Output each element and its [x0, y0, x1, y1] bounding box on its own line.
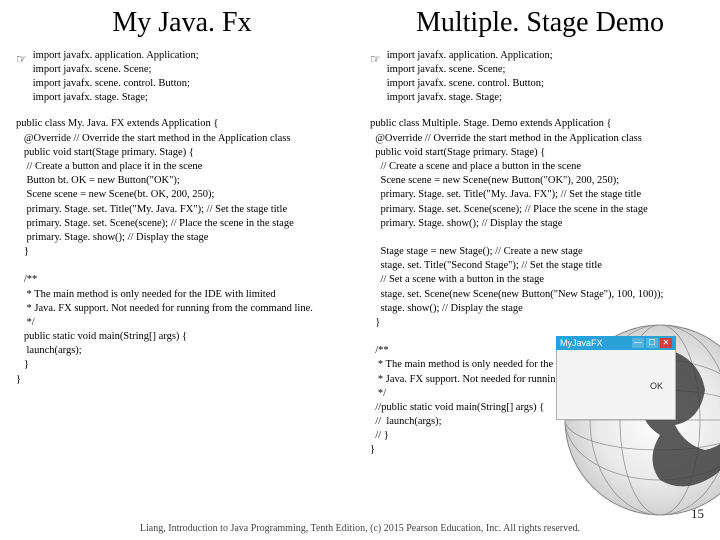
- right-column: Multiple. Stage Demo ☞ import javafx. ap…: [360, 0, 720, 540]
- bullet-icon: ☞: [370, 51, 381, 68]
- close-icon: ✕: [660, 338, 672, 348]
- slide-columns: My Java. Fx ☞ import javafx. application…: [0, 0, 720, 540]
- window-controls: — ☐ ✕: [632, 338, 672, 348]
- minimize-icon: —: [632, 338, 644, 348]
- left-column: My Java. Fx ☞ import javafx. application…: [0, 0, 360, 540]
- left-title: My Java. Fx: [16, 8, 348, 39]
- ok-button-mock: OK: [650, 381, 663, 391]
- window-titlebar: MyJavaFX — ☐ ✕: [556, 336, 676, 350]
- footer-citation: Liang, Introduction to Java Programming,…: [0, 523, 720, 534]
- right-imports-block: ☞ import javafx. application. Applicatio…: [370, 49, 710, 106]
- javafx-window-mock: MyJavaFX — ☐ ✕ OK: [556, 336, 676, 420]
- left-imports-block: ☞ import javafx. application. Applicatio…: [16, 49, 348, 106]
- left-imports-code: import javafx. application. Application;…: [33, 49, 199, 106]
- window-title-text: MyJavaFX: [560, 338, 603, 348]
- page-number: 15: [691, 506, 704, 522]
- left-class-code: public class My. Java. FX extends Applic…: [16, 117, 348, 386]
- right-imports-code: import javafx. application. Application;…: [387, 49, 553, 106]
- bullet-icon: ☞: [16, 51, 27, 68]
- right-title: Multiple. Stage Demo: [370, 8, 710, 39]
- window-body: OK: [556, 350, 676, 420]
- maximize-icon: ☐: [646, 338, 658, 348]
